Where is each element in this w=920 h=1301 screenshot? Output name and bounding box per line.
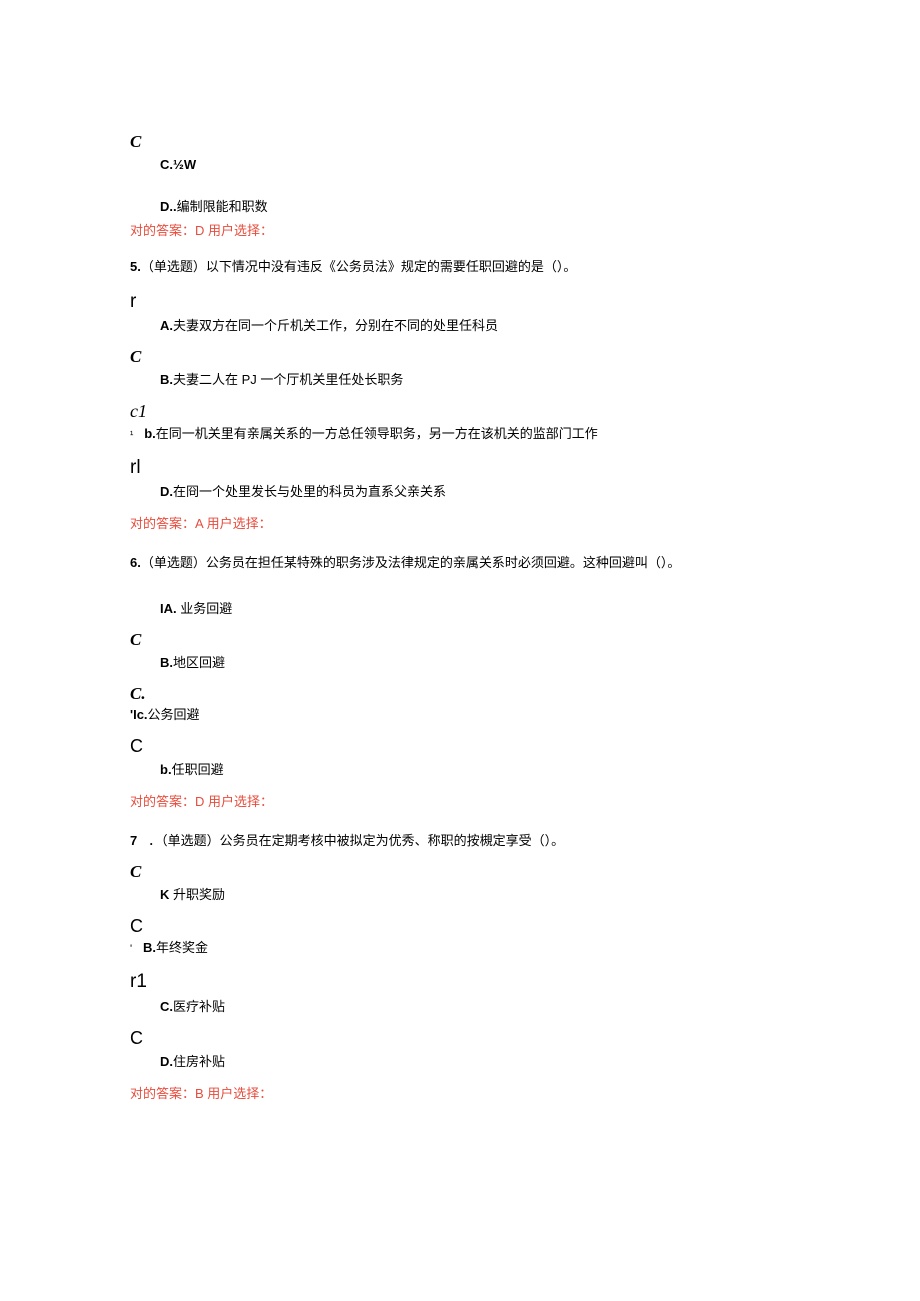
q6-text: （单选题）公务员在担任某特殊的职务涉及法律规定的亲属关系时必须回避。这种回避叫（… xyxy=(141,555,681,570)
q7-optb-label: B. xyxy=(143,940,156,955)
q7-opta-text: 升职奖励 xyxy=(169,887,225,902)
q6-optd-label: b. xyxy=(160,762,172,777)
q5-optc-text: 在同一机关里有亲属关系的一方总任领导职务，另一方在该机关的监部门工作 xyxy=(156,426,598,441)
q5-answer: 对的答案：A 用户选择： xyxy=(130,515,790,533)
q5-optc-label: b. xyxy=(144,426,156,441)
q7-opta-label: K xyxy=(160,887,169,902)
q5-optb-label: B. xyxy=(160,372,173,387)
q5-optb-text: 夫妻二人在 PJ 一个厅机关里任处长职务 xyxy=(173,372,403,387)
q5-stem: 5.（单选题）以下情况中没有违反《公务员法》规定的需要任职回避的是（）。 xyxy=(130,258,790,276)
q7-text: ．（单选题）公务员在定期考核中被拟定为优秀、称职的按槻定享受（）。 xyxy=(148,833,564,848)
q7-optb-text: 年终奖金 xyxy=(156,940,208,955)
q5-sub1: ¹ xyxy=(130,430,133,441)
q5-marker-c1-text: c1 xyxy=(130,401,147,421)
q5-marker-c1: c1 xyxy=(130,399,790,424)
q6-optb-text: 地区回避 xyxy=(173,655,225,670)
q6-optb-label: B. xyxy=(160,655,173,670)
q6-opta-text: 业务回避 xyxy=(177,601,233,616)
q6-optd-text: 任职回避 xyxy=(172,762,224,777)
q7-optd-text: 住房补贴 xyxy=(173,1054,225,1069)
q7-optc-text: 医疗补贴 xyxy=(173,999,225,1014)
q5-opta-label: A. xyxy=(160,318,173,333)
q4-option-d: D..编制限能和职数 xyxy=(130,198,790,216)
q7-optd-label: D. xyxy=(160,1054,173,1069)
q5-optd-label: D. xyxy=(160,484,173,499)
q5-option-c: ¹ b.在同一机关里有亲属关系的一方总任领导职务，另一方在该机关的监部门工作 xyxy=(130,425,790,443)
q5-option-d: D.在冏一个处里发长与处里的科员为直系父亲关系 xyxy=(130,483,790,501)
q5-number: 5. xyxy=(130,259,141,274)
q7-marker-c2: C xyxy=(130,914,790,939)
q7-option-a: K 升职奖励 xyxy=(130,886,790,904)
q5-option-a: A.夫妻双方在同一个斤机关工作，分别在不同的处里任科员 xyxy=(130,317,790,335)
q6-number: 6. xyxy=(130,555,141,570)
q6-optc-text: 公务回避 xyxy=(148,707,200,722)
q6-answer: 对的答案：D 用户选择： xyxy=(130,793,790,811)
q7-option-b: ' B.年终奖金 xyxy=(130,939,790,957)
q4-optc-label: C. xyxy=(160,157,173,172)
q6-marker-c1: C xyxy=(130,628,790,652)
q5-marker-rl: rl xyxy=(130,455,790,482)
q6-stem: 6.（单选题）公务员在担任某特殊的职务涉及法律规定的亲属关系时必须回避。这种回避… xyxy=(130,554,790,572)
q6-option-c: 'Ic.公务回避 xyxy=(130,706,790,724)
q4-optc-text: ½W xyxy=(173,157,196,172)
q4-answer: 对的答案：D 用户选择： xyxy=(130,222,790,240)
q7-answer: 对的答案：B 用户选择： xyxy=(130,1085,790,1103)
q5-option-b: B.夫妻二人在 PJ 一个厅机关里任处长职务 xyxy=(130,371,790,389)
q5-optd-text: 在冏一个处里发长与处里的科员为直系父亲关系 xyxy=(173,484,446,499)
q4-marker-c: C xyxy=(130,130,790,154)
q6-option-b: B.地区回避 xyxy=(130,654,790,672)
q6-option-a: IA. 业务回避 xyxy=(130,600,790,618)
q4-optd-label: D.. xyxy=(160,199,177,214)
q4-option-c: C.½W xyxy=(130,156,790,174)
q5-marker-c: C xyxy=(130,345,790,369)
q7-optc-label: C. xyxy=(160,999,173,1014)
q7-marker-c1: C xyxy=(130,860,790,884)
q6-opta-label: IA. xyxy=(160,601,177,616)
q5-text: （单选题）以下情况中没有违反《公务员法》规定的需要任职回避的是（）。 xyxy=(141,259,577,274)
q7-sub2: ' xyxy=(130,943,132,955)
q5-marker-r: r xyxy=(130,289,790,316)
q6-marker-c2: C. xyxy=(130,682,790,706)
q7-stem: 7 ．（单选题）公务员在定期考核中被拟定为优秀、称职的按槻定享受（）。 xyxy=(130,832,790,850)
q6-option-d: b.任职回避 xyxy=(130,761,790,779)
q5-opta-text: 夫妻双方在同一个斤机关工作，分别在不同的处里任科员 xyxy=(173,318,498,333)
q7-option-d: D.住房补贴 xyxy=(130,1053,790,1071)
q6-optc-label: 'Ic. xyxy=(130,707,148,722)
q7-marker-c3: C xyxy=(130,1026,790,1051)
q7-number: 7 xyxy=(130,833,137,848)
q6-marker-c3: C xyxy=(130,734,790,759)
q4-optd-text: 编制限能和职数 xyxy=(177,199,268,214)
q7-marker-r1: r1 xyxy=(130,969,790,996)
q7-option-c: C.医疗补贴 xyxy=(130,998,790,1016)
